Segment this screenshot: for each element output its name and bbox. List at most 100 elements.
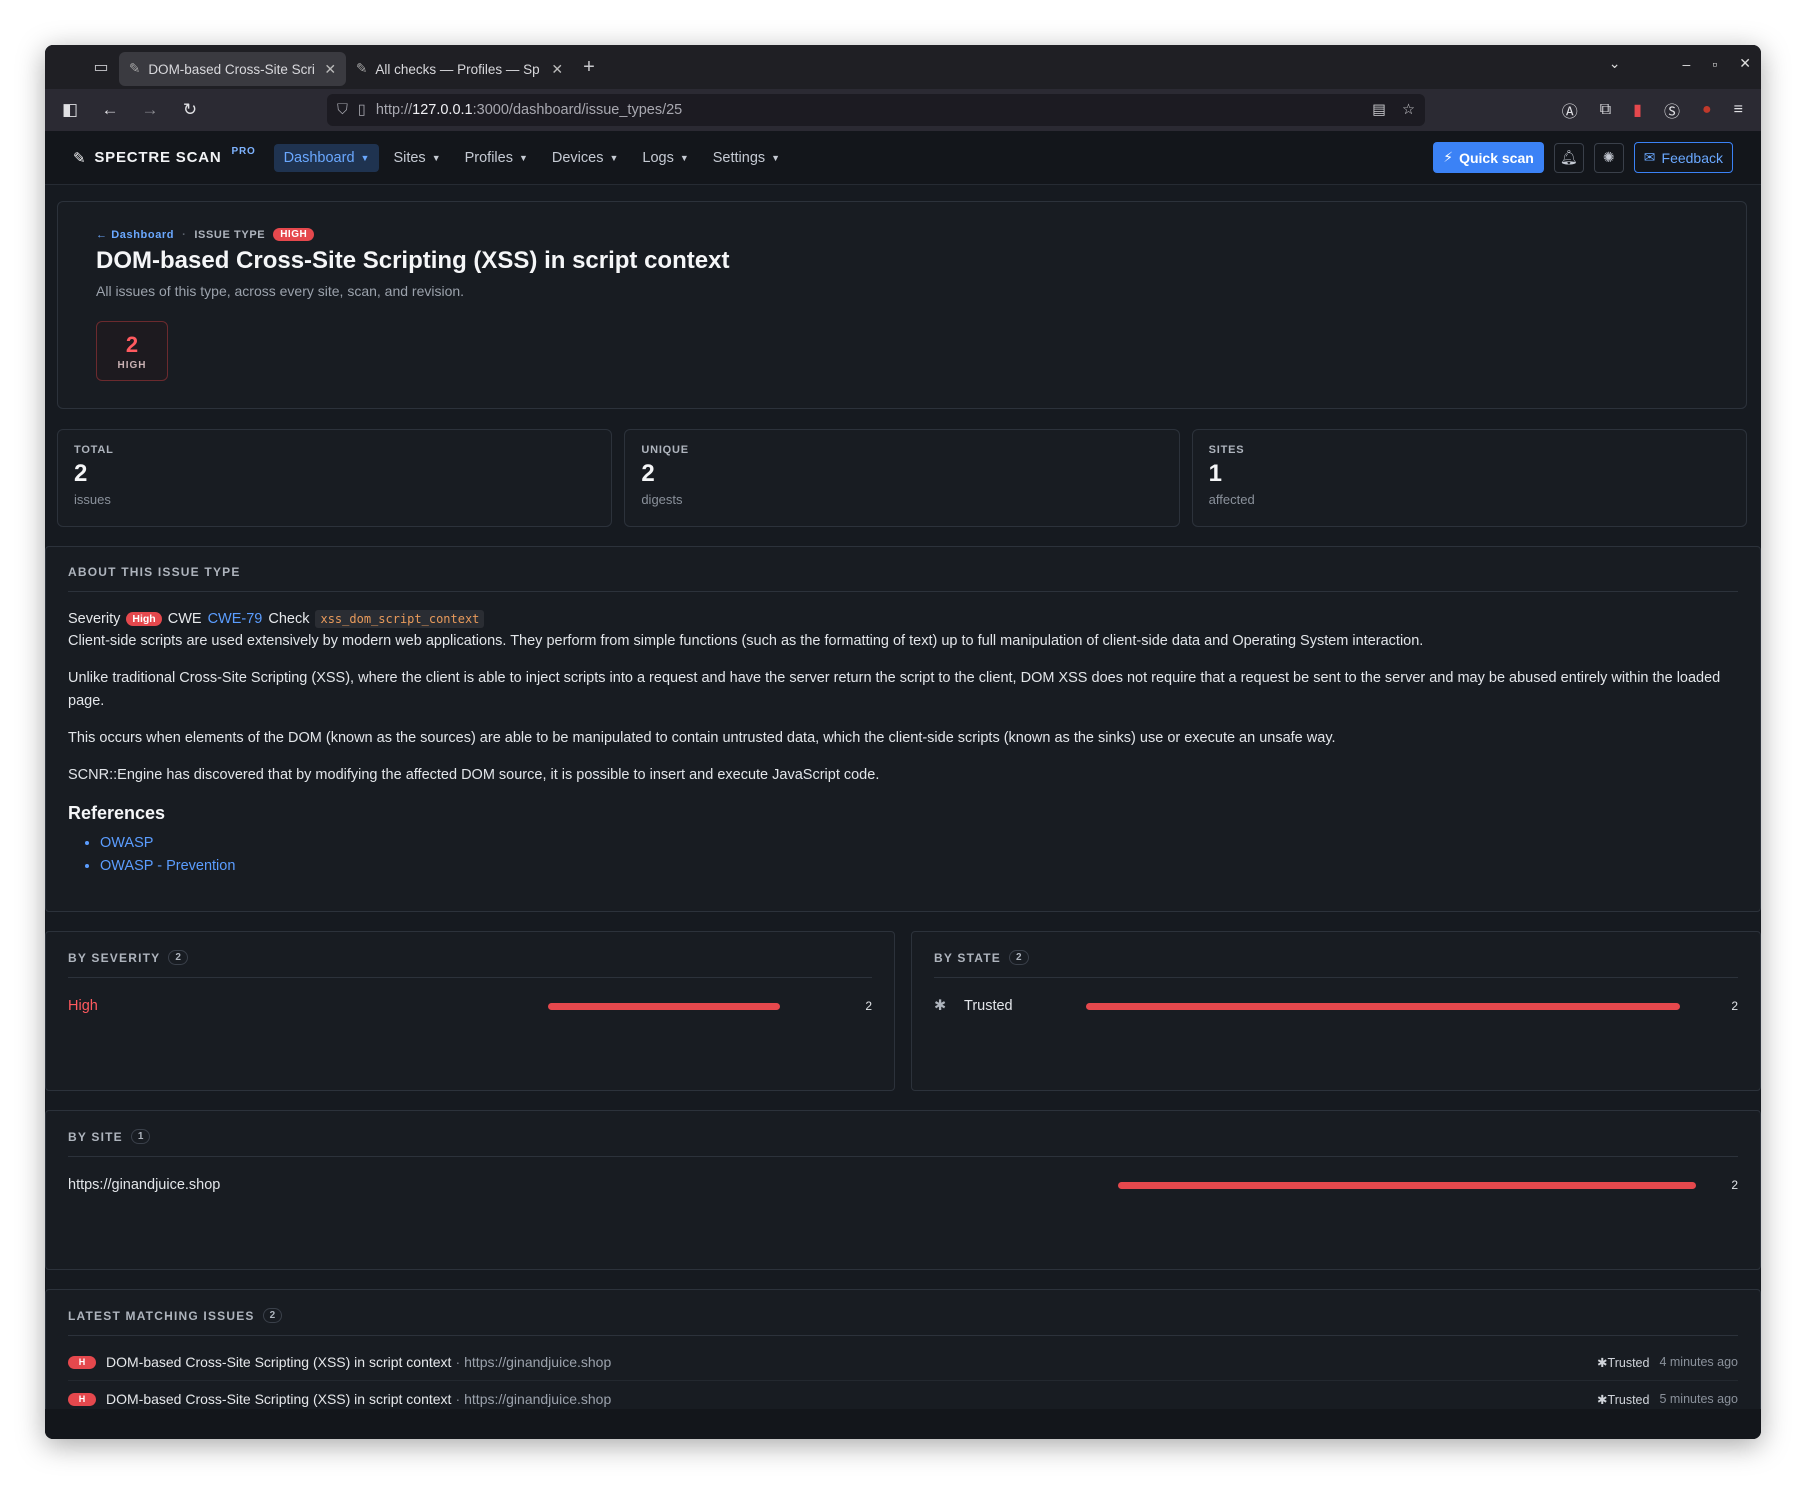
browser-toolbar: ◧ ← → ↻ ⛉ ▯ http://127.0.0.1:3000/dashbo… (45, 89, 1761, 131)
close-window-icon[interactable]: ✕ (1739, 55, 1751, 72)
site-bar (1118, 1181, 1696, 1189)
panel-title: BY STATE 2 (934, 950, 1738, 978)
brand-tag: PRO (231, 146, 256, 157)
stat-unit: digests (641, 492, 683, 507)
check-code: xss_dom_script_context (315, 610, 485, 628)
url-text: http://127.0.0.1:3000/dashboard/issue_ty… (375, 102, 683, 118)
page-content: ← Dashboard · ISSUE TYPE HIGH DOM-based … (45, 185, 1761, 1409)
severity-pill: H (68, 1355, 96, 1369)
breadcrumb: ← Dashboard · ISSUE TYPE HIGH (96, 228, 1708, 241)
window-controls: ⌄ – ▫ ✕ (1609, 55, 1751, 72)
stats-row: TOTAL 2 issues UNIQUE 2 digests SITES 1 … (57, 429, 1747, 527)
tab-favicon-icon: ✎ (129, 61, 141, 76)
state-row[interactable]: ✱ Trusted 2 (934, 998, 1738, 1014)
cwe-link[interactable]: CWE-79 (208, 611, 263, 627)
count-pill: 2 (1008, 950, 1029, 965)
back-to-dashboard-link[interactable]: ← Dashboard (96, 229, 174, 241)
sidebar-icon[interactable]: ◧ (55, 95, 85, 125)
tab-all-checks[interactable]: ✎ All checks — Profiles — Sp ✕ (346, 52, 573, 86)
severity-pill: H (68, 1392, 96, 1406)
reload-icon[interactable]: ↻ (175, 95, 205, 125)
stat-sites: SITES 1 affected (1191, 429, 1747, 527)
site-row[interactable]: https://ginandjuice.shop 2 (68, 1177, 1738, 1193)
footer-strip (45, 1409, 1761, 1439)
nav-logs[interactable]: Logs ▼ (632, 144, 698, 172)
severity-row-count: 2 (865, 999, 872, 1013)
severity-row-label: High (68, 998, 98, 1014)
issue-row[interactable]: H DOM-based Cross-Site Scripting (XSS) i… (68, 1380, 1738, 1407)
stat-value: 2 (74, 460, 88, 487)
nav-settings[interactable]: Settings ▼ (703, 144, 790, 172)
new-tab-icon[interactable]: + (573, 56, 605, 79)
tab-title: DOM-based Cross-Site Scri (148, 61, 315, 77)
sync-icon[interactable]: Ⓢ (1664, 98, 1680, 122)
description-paragraph: This occurs when elements of the DOM (kn… (68, 730, 1336, 746)
account-icon[interactable]: Ⓐ (1562, 98, 1578, 122)
quick-scan-button[interactable]: ⚡ Quick scan (1433, 142, 1544, 173)
issue-row[interactable]: H DOM-based Cross-Site Scripting (XSS) i… (68, 1354, 1738, 1370)
issue-separator: · (455, 1391, 461, 1407)
bookmark-star-icon[interactable]: ☆ (1402, 102, 1415, 118)
theme-button[interactable]: ✺ (1593, 142, 1624, 173)
extensions-row: Ⓐ ⧉ ▮ Ⓢ ● ≡ (1562, 98, 1751, 122)
by-severity-panel: BY SEVERITY 2 High 2 (45, 931, 895, 1091)
severity-row[interactable]: High 2 (68, 998, 872, 1014)
close-tab-icon[interactable]: ✕ (551, 61, 563, 78)
issue-site: https://ginandjuice.shop (464, 1354, 612, 1370)
nav-dashboard[interactable]: Dashboard ▼ (273, 143, 380, 172)
maximize-icon[interactable]: ▫ (1712, 56, 1717, 72)
notifications-button[interactable]: 🔔︎ (1553, 142, 1584, 173)
issue-title: DOM-based Cross-Site Scripting (XSS) in … (106, 1391, 452, 1407)
site-row-label: https://ginandjuice.shop (68, 1177, 221, 1193)
tab-list-icon[interactable]: ▭ (83, 49, 119, 85)
issue-type-label: ISSUE TYPE (194, 228, 266, 241)
caret-down-icon: ▼ (771, 152, 781, 163)
issue-title: DOM-based Cross-Site Scripting (XSS) in … (106, 1354, 452, 1370)
notifications-ext-icon[interactable]: ▮ (1633, 100, 1642, 120)
forward-icon[interactable]: → (135, 95, 165, 125)
issue-state: ✱Trusted (1597, 1392, 1650, 1407)
issue-time: 5 minutes ago (1659, 1391, 1738, 1406)
breadcrumb-separator: · (182, 228, 187, 241)
stat-total: TOTAL 2 issues (57, 429, 613, 527)
severity-bar (548, 1002, 780, 1010)
feedback-button[interactable]: ✉ Feedback (1633, 142, 1733, 173)
back-icon[interactable]: ← (95, 95, 125, 125)
asterisk-icon: ✱ (1597, 1392, 1608, 1407)
high-count-card[interactable]: 2 HIGH (96, 321, 168, 381)
caret-down-icon: ▼ (518, 152, 528, 163)
stat-label: SITES (1208, 444, 1245, 456)
brand-logo[interactable]: ✎ SPECTRE SCAN PRO (73, 146, 256, 167)
bolt-icon: ⚡ (1443, 149, 1454, 165)
nav-profiles[interactable]: Profiles ▼ (455, 144, 538, 172)
address-bar[interactable]: ⛉ ▯ http://127.0.0.1:3000/dashboard/issu… (327, 94, 1425, 126)
severity-badge: HIGH (273, 228, 315, 241)
app-navbar: ✎ SPECTRE SCAN PRO Dashboard ▼ Sites ▼ Pro… (45, 131, 1761, 185)
issue-separator: · (455, 1354, 461, 1370)
by-state-panel: BY STATE 2 ✱ Trusted 2 (911, 931, 1761, 1091)
high-label: HIGH (117, 359, 147, 371)
stat-unit: issues (74, 492, 111, 507)
caret-down-icon: ▼ (360, 152, 370, 163)
severity-label: Severity (68, 611, 121, 627)
state-bar (1086, 1002, 1680, 1010)
tab-issue-type[interactable]: ✎ DOM-based Cross-Site Scri ✕ (119, 52, 347, 86)
about-panel: ABOUT THIS ISSUE TYPE Severity High CWE … (45, 546, 1761, 912)
issue-site: https://ginandjuice.shop (464, 1391, 612, 1407)
reader-mode-icon[interactable]: ▤ (1372, 102, 1386, 118)
menu-icon[interactable]: ≡ (1734, 101, 1743, 119)
brand-name: SPECTRE SCAN (94, 149, 222, 166)
issue-meta: Severity High CWE CWE-79 Check xss_dom_s… (68, 610, 1738, 628)
brand-icon: ✎ (73, 149, 87, 167)
reference-link-owasp[interactable]: OWASP (100, 832, 1738, 855)
panel-title: LATEST MATCHING ISSUES 2 (68, 1308, 1738, 1336)
nav-sites[interactable]: Sites ▼ (383, 144, 450, 172)
tab-overflow-chevron-icon[interactable]: ⌄ (1609, 55, 1621, 72)
reference-link-owasp-prevention[interactable]: OWASP - Prevention (100, 855, 1738, 878)
ublock-icon[interactable]: ● (1702, 101, 1712, 119)
minimize-icon[interactable]: – (1683, 56, 1691, 72)
extensions-icon[interactable]: ⧉ (1600, 101, 1611, 119)
nav-devices[interactable]: Devices ▼ (542, 144, 629, 172)
page-title: DOM-based Cross-Site Scripting (XSS) in … (96, 247, 730, 274)
close-tab-icon[interactable]: ✕ (324, 61, 336, 78)
